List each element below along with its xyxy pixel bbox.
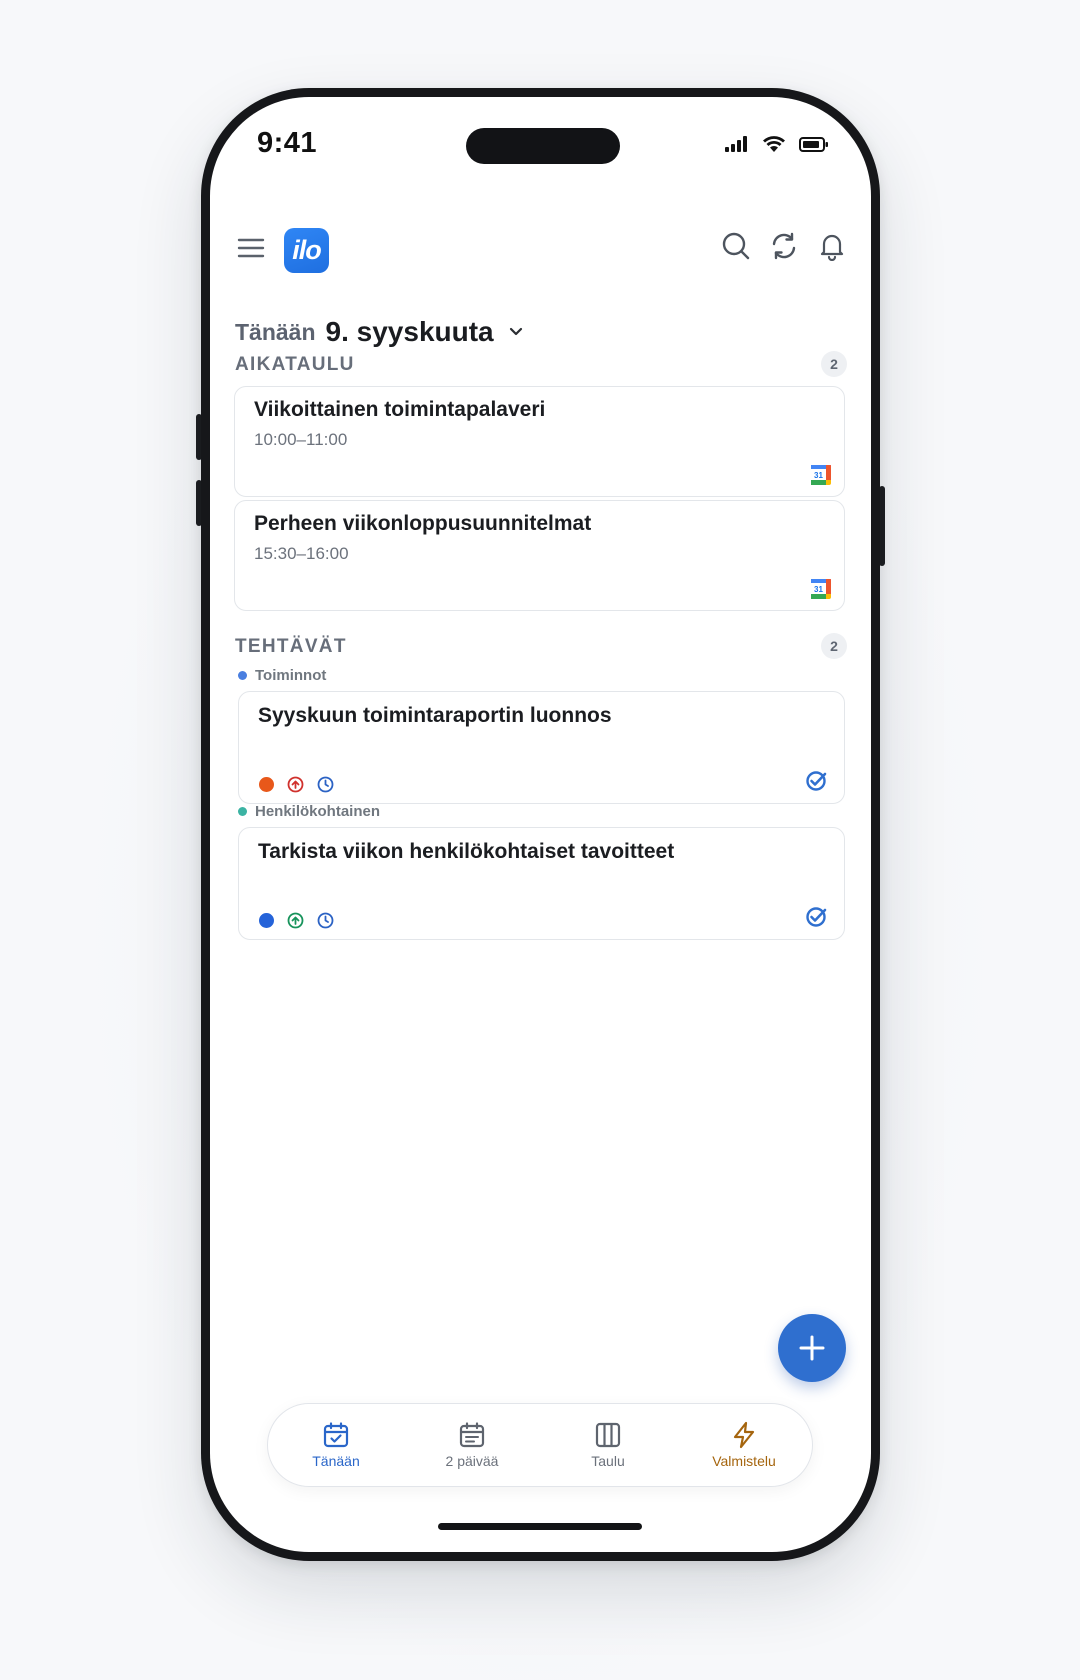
- task-card[interactable]: Tarkista viikon henkilökohtaiset tavoitt…: [238, 827, 845, 940]
- task-meta: [259, 912, 334, 929]
- tab-label: Valmistelu: [712, 1453, 776, 1469]
- signal-icon: [725, 136, 747, 152]
- group-color-dot: [238, 671, 247, 680]
- group-name: Toiminnot: [255, 667, 327, 684]
- task-complete-icon[interactable]: [805, 770, 827, 792]
- search-icon[interactable]: [721, 231, 751, 261]
- google-calendar-icon: 31: [811, 465, 831, 485]
- dynamic-island: [466, 128, 620, 164]
- task-card[interactable]: Syyskuun toimintaraportin luonnos: [238, 691, 845, 804]
- menu-icon[interactable]: [236, 233, 266, 263]
- plus-icon: [799, 1335, 825, 1361]
- status-dot-icon: [259, 913, 274, 928]
- svg-text:31: 31: [814, 585, 823, 594]
- task-group-label: Toiminnot: [238, 667, 326, 684]
- sync-icon[interactable]: [769, 231, 799, 261]
- clock-icon: [317, 912, 334, 929]
- date-selector[interactable]: Tänään 9. syyskuuta: [235, 316, 526, 348]
- status-dot-icon: [259, 777, 274, 792]
- task-title: Tarkista viikon henkilökohtaiset tavoitt…: [258, 840, 675, 863]
- schedule-count-badge: 2: [821, 351, 847, 377]
- task-title: Syyskuun toimintaraportin luonnos: [258, 704, 612, 727]
- task-meta: [259, 776, 334, 793]
- clock-icon: [317, 776, 334, 793]
- status-time: 9:41: [257, 127, 318, 159]
- tasks-section-title: TEHTÄVÄT: [235, 636, 347, 657]
- svg-text:31: 31: [814, 471, 823, 480]
- add-button[interactable]: [778, 1314, 846, 1382]
- group-name: Henkilökohtainen: [255, 803, 381, 820]
- tab-two-days[interactable]: 2 päivää: [404, 1404, 540, 1486]
- event-card[interactable]: Viikoittainen toimintapalaveri 10:00–11:…: [234, 386, 845, 497]
- current-date: 9. syyskuuta: [325, 316, 494, 347]
- today-label: Tänään: [235, 318, 316, 345]
- event-time: 10:00–11:00: [254, 430, 348, 449]
- app-logo: ilo: [284, 228, 329, 273]
- status-icons: [725, 133, 829, 155]
- task-complete-icon[interactable]: [805, 906, 827, 928]
- event-title: Viikoittainen toimintapalaveri: [254, 398, 546, 421]
- tab-label: 2 päivää: [445, 1453, 499, 1469]
- tasks-count-badge: 2: [821, 633, 847, 659]
- schedule-section-title: AIKATAULU: [235, 354, 355, 375]
- tab-label: Tänään: [312, 1453, 360, 1469]
- priority-up-icon: [287, 776, 304, 793]
- event-time: 15:30–16:00: [254, 544, 349, 563]
- wifi-icon: [763, 135, 785, 152]
- tab-preparation[interactable]: Valmistelu: [676, 1404, 812, 1486]
- google-calendar-icon: 31: [811, 579, 831, 599]
- bell-icon[interactable]: [817, 231, 847, 262]
- event-card[interactable]: Perheen viikonloppusuunnitelmat 15:30–16…: [234, 500, 845, 611]
- background: 9:41 ilo Tänään 9. syyskuuta AIKATAULU 2…: [0, 0, 1080, 1680]
- board-columns-icon: [595, 1422, 621, 1448]
- battery-icon: [799, 136, 828, 152]
- bottom-tab-bar: Tänään 2 päivää Taulu Valmistelu: [267, 1403, 813, 1487]
- chevron-down-icon: [509, 327, 522, 336]
- group-color-dot: [238, 807, 247, 816]
- calendar-check-icon: [323, 1422, 349, 1448]
- priority-up-icon: [287, 912, 304, 929]
- tab-label: Taulu: [591, 1453, 625, 1469]
- calendar-list-icon: [459, 1422, 485, 1448]
- tab-board[interactable]: Taulu: [540, 1404, 676, 1486]
- home-indicator: [438, 1523, 642, 1530]
- task-group-label: Henkilökohtainen: [238, 803, 380, 820]
- phone-screen: 9:41 ilo Tänään 9. syyskuuta AIKATAULU 2…: [210, 97, 871, 1552]
- header-actions: [721, 231, 847, 262]
- lightning-icon: [733, 1421, 755, 1449]
- event-title: Perheen viikonloppusuunnitelmat: [254, 512, 592, 535]
- tab-today[interactable]: Tänään: [268, 1404, 404, 1486]
